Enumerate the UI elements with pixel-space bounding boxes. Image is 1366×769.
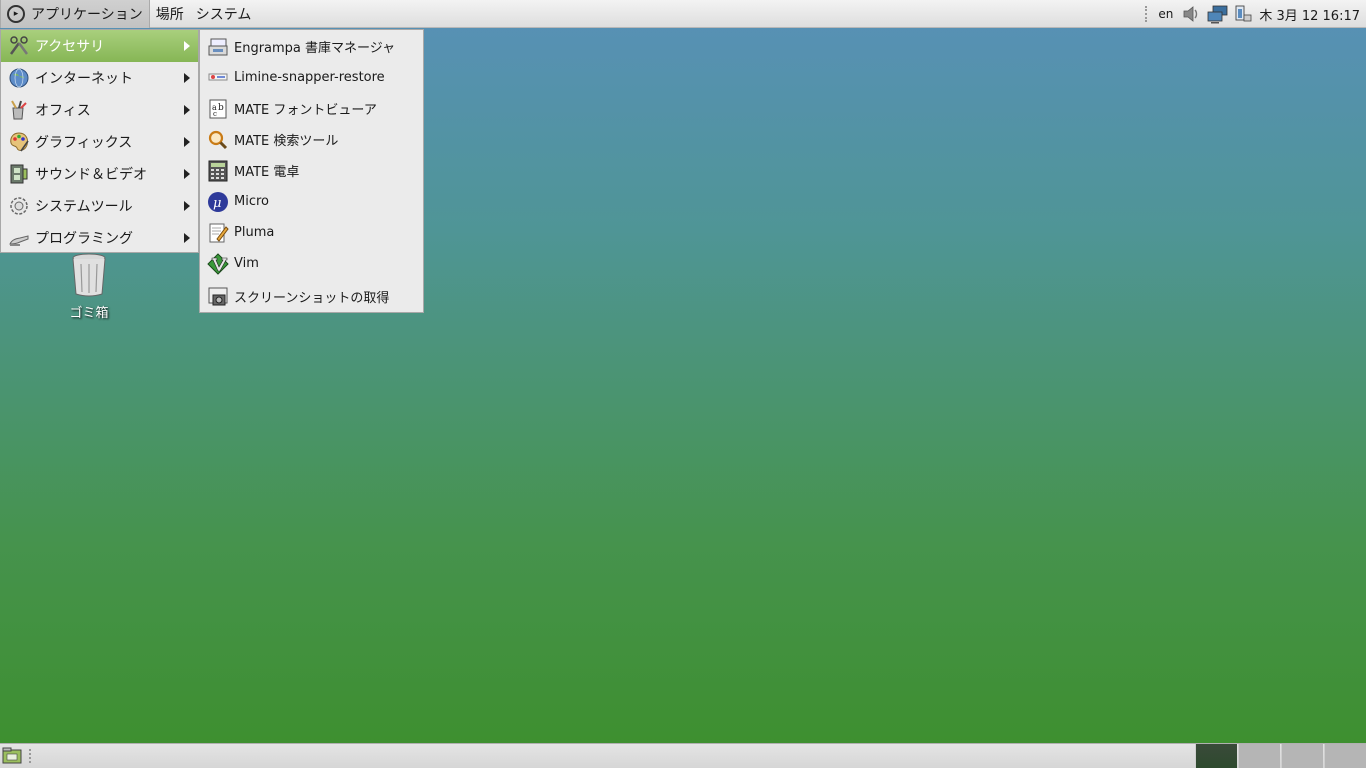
- network-icon[interactable]: [1207, 4, 1228, 24]
- menu-item-calculator[interactable]: MATE 電卓: [200, 155, 423, 186]
- archive-manager-icon: [206, 35, 230, 59]
- menu-item-label: Pluma: [234, 225, 275, 240]
- desktop: ▸ アプリケーション 場所 システム en 木 3月 12 16:17 ゴミ箱 …: [0, 0, 1366, 768]
- svg-text:b: b: [218, 103, 224, 113]
- svg-text:μ: μ: [213, 196, 221, 211]
- tray-separator: [1145, 6, 1150, 22]
- menu-item-internet[interactable]: インターネット: [1, 62, 198, 94]
- chevron-right-icon: [184, 41, 190, 51]
- menu-item-label: Limine-snapper-restore: [234, 70, 385, 85]
- vim-icon: [206, 252, 230, 276]
- menu-item-label: Engrampa 書庫マネージャ: [234, 41, 396, 56]
- menu-item-limine-snapper-restore[interactable]: Limine-snapper-restore: [200, 62, 423, 93]
- screenshot-icon: [206, 285, 230, 309]
- menu-item-label: グラフィックス: [35, 135, 133, 151]
- menu-item-system-tools[interactable]: システムツール: [1, 190, 198, 222]
- system-menu-label: システム: [195, 6, 252, 23]
- trash-desktop-icon[interactable]: ゴミ箱: [54, 252, 124, 322]
- chevron-right-icon: [184, 201, 190, 211]
- menu-item-search-tool[interactable]: MATE 検索ツール: [200, 124, 423, 155]
- trash-label: ゴミ箱: [69, 306, 109, 321]
- chevron-right-icon: [184, 137, 190, 147]
- panel-separator: [29, 749, 34, 763]
- accessories-icon: [7, 34, 31, 58]
- menu-item-label: スクリーンショットの取得: [234, 291, 390, 306]
- micro-editor-icon: μ: [206, 190, 230, 214]
- programming-icon: [7, 226, 31, 250]
- menu-item-label: システムツール: [35, 199, 133, 215]
- menu-item-sound-video[interactable]: サウンド＆ビデオ: [1, 158, 198, 190]
- show-desktop-icon[interactable]: [2, 747, 22, 765]
- top-panel: ▸ アプリケーション 場所 システム en 木 3月 12 16:17: [0, 0, 1366, 28]
- menu-item-label: MATE 検索ツール: [234, 134, 339, 149]
- applications-menu: アクセサリ インターネット オフィス グラフィックス サウンド＆ビデオ システム…: [0, 29, 199, 253]
- font-viewer-icon: abc: [206, 97, 230, 121]
- menu-item-vim[interactable]: Vim: [200, 248, 423, 279]
- text-editor-icon: [206, 221, 230, 245]
- menu-item-label: Micro: [234, 194, 269, 209]
- menu-item-label: サウンド＆ビデオ: [35, 167, 147, 183]
- accessories-submenu: Engrampa 書庫マネージャ Limine-snapper-restore …: [199, 29, 424, 313]
- globe-icon: [7, 66, 31, 90]
- mate-logo-icon: ▸: [7, 4, 25, 23]
- svg-text:c: c: [213, 110, 217, 118]
- graphics-palette-icon: [7, 130, 31, 154]
- applications-menu-button[interactable]: ▸ アプリケーション: [0, 0, 150, 28]
- workspace-1[interactable]: [1195, 744, 1237, 768]
- trash-icon: [72, 253, 106, 297]
- calculator-icon: [206, 159, 230, 183]
- menu-item-accessories[interactable]: アクセサリ: [1, 30, 198, 62]
- menu-item-label: アクセサリ: [35, 39, 105, 55]
- menu-item-micro[interactable]: μ Micro: [200, 186, 423, 217]
- applications-menu-label: アプリケーション: [31, 6, 143, 23]
- menu-item-label: Vim: [234, 256, 259, 271]
- chevron-right-icon: [184, 233, 190, 243]
- clock[interactable]: 木 3月 12 16:17: [1259, 5, 1360, 24]
- menu-item-label: MATE 電卓: [234, 165, 300, 180]
- menu-item-label: インターネット: [35, 71, 133, 87]
- menu-item-pluma[interactable]: Pluma: [200, 217, 423, 248]
- restore-icon: [206, 66, 230, 90]
- places-menu-button[interactable]: 場所: [150, 0, 190, 28]
- workspace-3[interactable]: [1281, 744, 1323, 768]
- system-menu-button[interactable]: システム: [190, 0, 258, 28]
- chevron-right-icon: [184, 169, 190, 179]
- menu-item-font-viewer[interactable]: abc MATE フォントビューア: [200, 93, 423, 124]
- office-icon: [7, 98, 31, 122]
- workspace-4[interactable]: [1324, 744, 1366, 768]
- system-tray: en 木 3月 12 16:17: [1141, 0, 1366, 28]
- menu-item-label: MATE フォントビューア: [234, 103, 377, 118]
- menu-item-office[interactable]: オフィス: [1, 94, 198, 126]
- menu-item-programming[interactable]: プログラミング: [1, 222, 198, 254]
- places-menu-label: 場所: [155, 6, 184, 23]
- search-icon: [206, 128, 230, 152]
- menu-item-engrampa[interactable]: Engrampa 書庫マネージャ: [200, 31, 423, 62]
- system-gear-icon: [7, 194, 31, 218]
- chevron-right-icon: [184, 105, 190, 115]
- menu-item-screenshot[interactable]: スクリーンショットの取得: [200, 281, 423, 312]
- menu-item-graphics[interactable]: グラフィックス: [1, 126, 198, 158]
- power-manager-icon[interactable]: [1233, 4, 1253, 24]
- bottom-panel: [0, 743, 1366, 768]
- workspace-2[interactable]: [1238, 744, 1280, 768]
- menu-item-label: プログラミング: [35, 231, 133, 247]
- menu-item-label: オフィス: [35, 103, 91, 119]
- volume-icon[interactable]: [1181, 4, 1201, 24]
- chevron-right-icon: [184, 73, 190, 83]
- film-icon: [7, 162, 31, 186]
- keyboard-layout-indicator[interactable]: en: [1158, 7, 1173, 21]
